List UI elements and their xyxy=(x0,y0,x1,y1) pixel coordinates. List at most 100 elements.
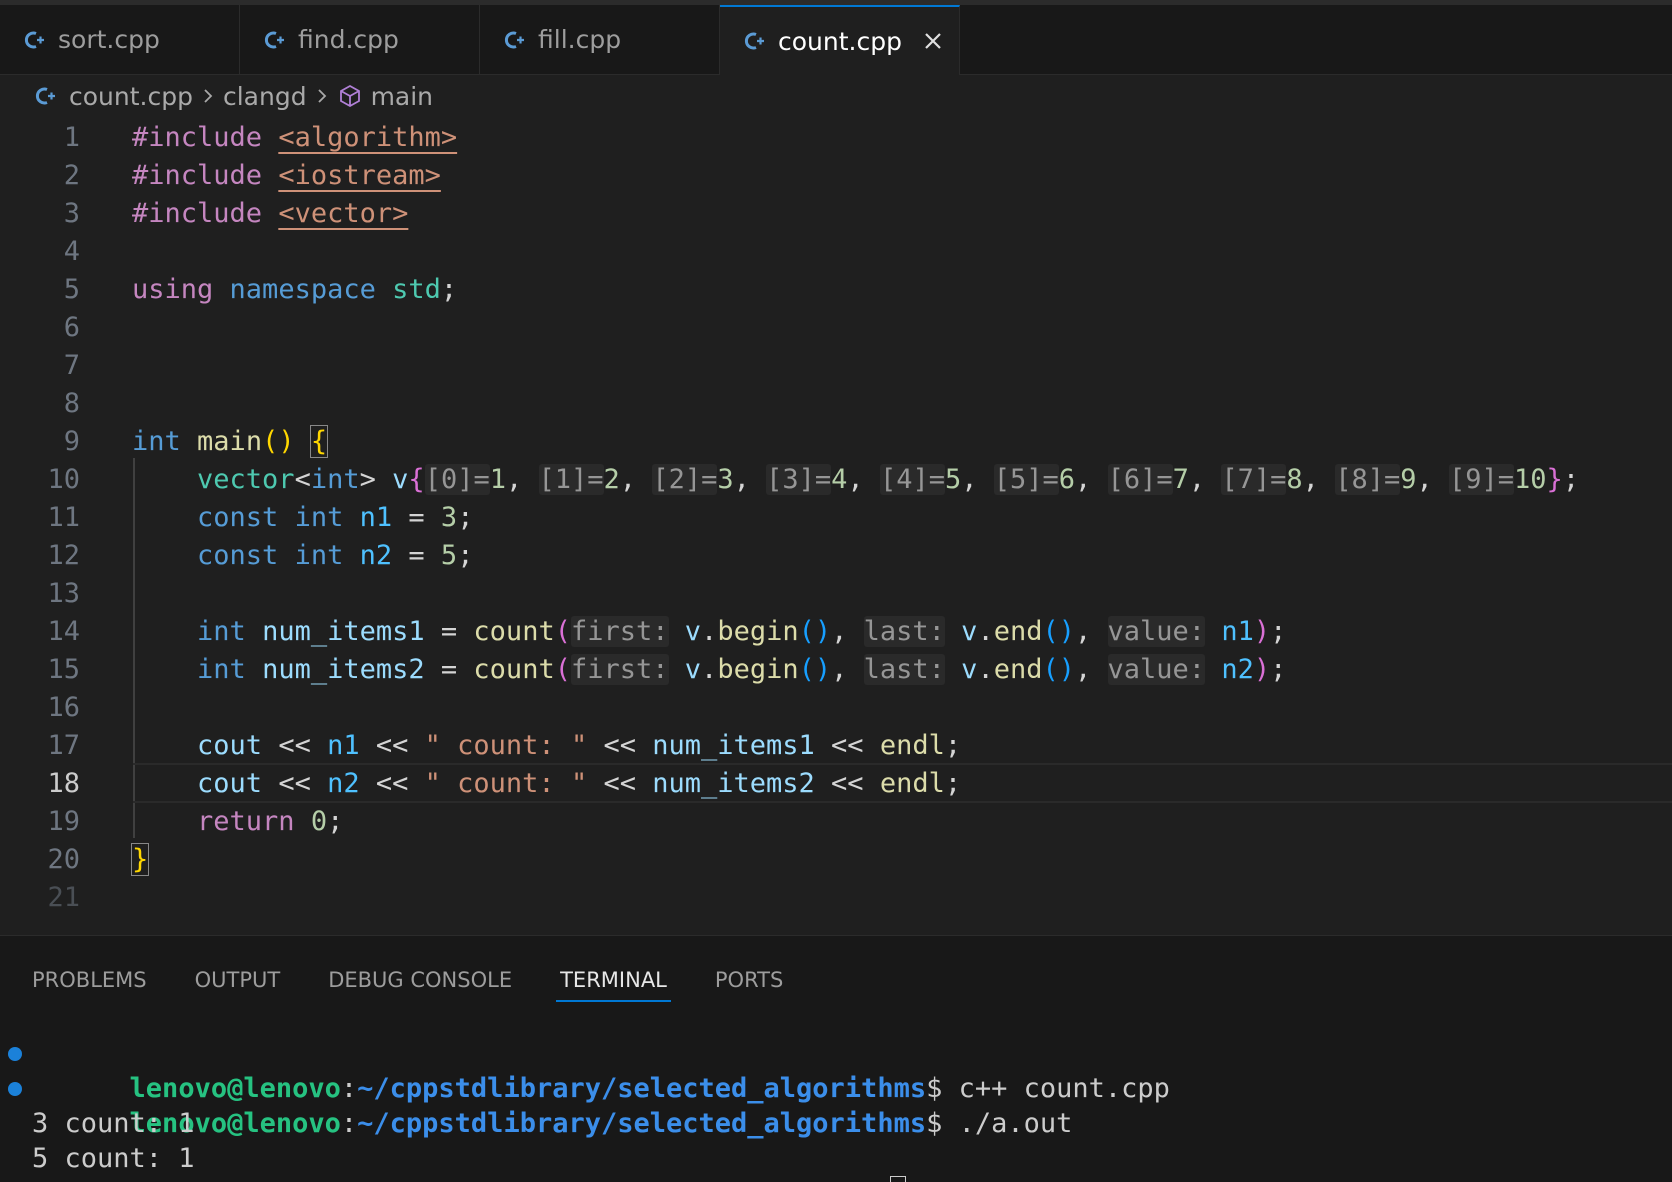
tab-label: sort.cpp xyxy=(58,25,160,54)
token: 9 xyxy=(1400,464,1417,495)
inlay-hint: [4]= xyxy=(879,464,945,495)
line-number: 1 xyxy=(63,122,80,153)
terminal-output: 3 count: 1 xyxy=(32,1108,195,1139)
tab-find-cpp[interactable]: find.cpp xyxy=(240,5,480,74)
line-number: 6 xyxy=(63,312,80,343)
token: 5 xyxy=(944,464,962,495)
code-line: 9 int main() { xyxy=(0,423,1672,461)
close-icon[interactable] xyxy=(922,30,944,52)
inlay-hint: [2]= xyxy=(652,464,718,495)
code-line: 4 xyxy=(0,233,1672,271)
editor-tab-bar: sort.cpp find.cpp fill.cpp count.cpp xyxy=(0,5,1672,75)
code-line: 20} xyxy=(0,841,1672,879)
token: namespace xyxy=(229,274,376,305)
code-line: 17 cout << n1 << " count: " << num_items… xyxy=(0,727,1672,765)
code-editor[interactable]: 1 #include <algorithm> 2 #include <iostrea… xyxy=(0,119,1672,919)
inlay-hint: [7]= xyxy=(1221,464,1287,495)
token: 3 xyxy=(717,464,734,495)
code-line: 11 const int n1 = 3; xyxy=(0,499,1672,537)
token: #include xyxy=(132,122,263,153)
chevron-right-icon xyxy=(199,87,217,105)
token: #include xyxy=(132,160,263,191)
line-number: 13 xyxy=(47,578,80,609)
tab-fill-cpp[interactable]: fill.cpp xyxy=(480,5,720,74)
token: n2 xyxy=(1221,654,1254,685)
inlay-hint: first: xyxy=(570,616,669,647)
token: cout xyxy=(197,730,263,761)
chevron-right-icon xyxy=(313,87,331,105)
tab-terminal[interactable]: TERMINAL xyxy=(556,958,671,1002)
token: v xyxy=(961,654,978,685)
line-number: 11 xyxy=(47,502,80,533)
inlay-hint: [0]= xyxy=(424,464,490,495)
inlay-hint: first: xyxy=(570,654,669,685)
token: 7 xyxy=(1172,464,1189,495)
breadcrumb-file[interactable]: count.cpp xyxy=(69,82,193,111)
line-number: 7 xyxy=(63,350,80,381)
token: int xyxy=(197,616,246,647)
command-status-icon[interactable] xyxy=(8,1047,22,1061)
line-number: 2 xyxy=(63,160,80,191)
token: 0 xyxy=(310,806,328,837)
cpp-file-icon xyxy=(742,29,766,53)
code-line: 1 #include <algorithm> xyxy=(0,119,1672,157)
terminal-line: lenovo@lenovo:~/cppstdlibrary/selected_a… xyxy=(0,1071,1672,1139)
breadcrumb-scope[interactable]: clangd xyxy=(223,82,307,111)
token: count xyxy=(473,654,555,685)
token: begin xyxy=(717,654,799,685)
tab-output[interactable]: OUTPUT xyxy=(195,958,281,1002)
inlay-hint: [9]= xyxy=(1449,464,1515,495)
line-number: 12 xyxy=(47,540,80,571)
tab-problems[interactable]: PROBLEMS xyxy=(32,958,147,1002)
token: 2 xyxy=(603,464,620,495)
tab-sort-cpp[interactable]: sort.cpp xyxy=(0,5,240,74)
include-link[interactable]: <iostream> xyxy=(278,160,441,191)
token: 6 xyxy=(1058,464,1076,495)
inlay-hint: [5]= xyxy=(993,464,1059,495)
code-line: 10 vector<int> v{[0]=1, [1]=2, [2]=3, [3… xyxy=(0,461,1672,499)
token: v xyxy=(392,464,409,495)
code-line: 21 xyxy=(0,879,1672,917)
code-line: 5 using namespace std; xyxy=(0,271,1672,309)
code-line: 14 int num_items1 = count(first: v.begin… xyxy=(0,613,1672,651)
token: end xyxy=(993,616,1043,647)
token: #include xyxy=(132,198,263,229)
token: vector xyxy=(197,464,295,495)
code-line: 6 xyxy=(0,309,1672,347)
cpp-file-icon xyxy=(33,84,57,108)
tab-count-cpp[interactable]: count.cpp xyxy=(720,5,960,75)
inlay-hint: value: xyxy=(1107,616,1206,647)
line-number: 20 xyxy=(47,844,80,875)
token: int xyxy=(294,540,344,571)
breadcrumb: count.cpp clangd main xyxy=(33,78,433,114)
terminal-output: 5 count: 1 xyxy=(32,1143,195,1174)
token: 10 xyxy=(1514,464,1547,495)
code-line: 2 #include <iostream> xyxy=(0,157,1672,195)
command-status-icon[interactable] xyxy=(8,1082,22,1096)
tab-label: find.cpp xyxy=(298,25,399,54)
code-line: 13 xyxy=(0,575,1672,613)
token: int xyxy=(132,426,181,457)
bottom-panel: PROBLEMS OUTPUT DEBUG CONSOLE TERMINAL P… xyxy=(0,935,1672,1182)
tab-ports[interactable]: PORTS xyxy=(715,958,783,1002)
include-link[interactable]: <vector> xyxy=(278,198,408,229)
inlay-hint: last: xyxy=(863,616,945,647)
inlay-hint: [6]= xyxy=(1107,464,1173,495)
line-number: 4 xyxy=(63,236,80,267)
token: n1 xyxy=(1221,616,1254,647)
cpp-file-icon xyxy=(502,28,526,52)
token: 5 xyxy=(440,540,458,571)
breadcrumb-symbol[interactable]: main xyxy=(371,82,433,111)
current-line-highlight xyxy=(133,763,1672,803)
terminal[interactable]: lenovo@lenovo:~/cppstdlibrary/selected_a… xyxy=(0,1036,1672,1176)
line-number: 8 xyxy=(63,388,80,419)
token: n1 xyxy=(359,502,393,533)
include-link[interactable]: <algorithm> xyxy=(278,122,457,153)
tab-debug-console[interactable]: DEBUG CONSOLE xyxy=(328,958,512,1002)
inlay-hint: value: xyxy=(1107,654,1206,685)
line-number: 21 xyxy=(47,882,80,913)
token: num_items1 xyxy=(262,616,425,647)
token: return xyxy=(197,806,295,837)
line-number: 3 xyxy=(63,198,80,229)
token: end xyxy=(993,654,1043,685)
